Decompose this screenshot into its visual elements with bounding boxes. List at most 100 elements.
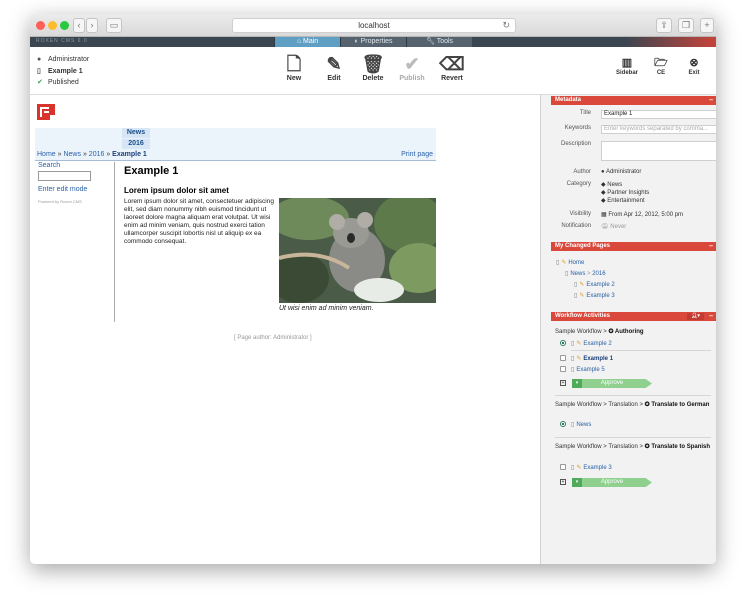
meta-title-input[interactable]: Example 1 [601, 110, 716, 119]
tab-properties[interactable]: ◐ Properties [340, 37, 406, 47]
article-title: Example 1 [124, 165, 179, 177]
nav-item-news[interactable]: News [122, 128, 150, 138]
search-input[interactable] [38, 171, 91, 181]
cms-toolbar: ● Administrator ▯ Example 1 ✔ Published 🗋 Ne… [30, 47, 716, 95]
new-tab-button[interactable]: + [700, 18, 714, 33]
tabs-button[interactable]: ❐ [678, 18, 694, 33]
cms-brand: ROXEN CMS 6.0 [36, 38, 88, 44]
wrench-icon: 🔧︎ [425, 38, 437, 45]
sidebar-toggle-button[interactable]: ▭ [106, 18, 122, 33]
breadcrumb-news[interactable]: News [63, 151, 81, 158]
meta-keywords-input[interactable]: Enter keywords separated by comma... [601, 125, 716, 134]
ce-button[interactable]: 🗁 CE [646, 56, 676, 76]
workflow-approve-row: + [560, 479, 571, 486]
delete-button[interactable]: 🗑 Delete [355, 53, 391, 82]
user-filter-button[interactable]: 👤︎▾ [687, 313, 704, 320]
koala-image [279, 198, 436, 303]
expand-icon[interactable]: + [560, 380, 566, 386]
meta-visibility-value[interactable]: ▦ From Apr 12, 2012, 5:00 pm [601, 211, 683, 218]
nav-item-2016[interactable]: 2016 [122, 139, 150, 149]
enter-edit-mode-link[interactable]: Enter edit mode [38, 186, 87, 193]
category-item: ◆ Entertainment [601, 198, 645, 204]
site-logo [37, 104, 55, 120]
meta-description-label: Description [560, 141, 591, 147]
breadcrumb-2016[interactable]: 2016 [89, 151, 105, 158]
address-bar[interactable]: localhost ↻ [232, 18, 516, 33]
workflow-item[interactable]: ▯ News [560, 421, 591, 428]
check-icon: ✔ [37, 79, 43, 86]
radio-selected[interactable] [560, 421, 566, 428]
zoom-window-button[interactable] [60, 21, 69, 30]
site-subnav: News 2016 [35, 128, 436, 151]
checkbox[interactable] [560, 366, 566, 373]
workflow-item[interactable]: ▯ Example 5 [560, 366, 605, 373]
meta-description-input[interactable] [601, 141, 716, 161]
dropdown-icon[interactable]: ▾ [572, 379, 582, 388]
back-button[interactable]: ‹ [73, 18, 85, 33]
cms-navbar: ROXEN CMS 6.0 ⌂ Main ◐ Properties 🔧︎ Too… [30, 37, 716, 47]
tree-item-news[interactable]: ▯ News > 2016 [565, 270, 606, 277]
page-icon: ▯ [571, 341, 575, 347]
tree-item-home[interactable]: ▯ ✎ Home [556, 259, 584, 266]
edited-icon: ✎ [579, 282, 585, 288]
page-icon: ▯ [37, 68, 41, 75]
tab-main[interactable]: ⌂ Main [274, 37, 340, 47]
page-preview: News 2016 Home » News » 2016 » Example 1… [30, 95, 540, 564]
collapse-icon[interactable]: – [709, 96, 713, 105]
collapse-icon[interactable]: – [709, 242, 713, 251]
divider [571, 350, 711, 351]
minimize-window-button[interactable] [48, 21, 57, 30]
reload-icon[interactable]: ↻ [502, 19, 510, 32]
print-page-link[interactable]: Print page [401, 151, 433, 158]
changed-pages-header[interactable]: My Changed Pages – [551, 242, 716, 251]
breadcrumb-home[interactable]: Home [37, 151, 56, 158]
new-button[interactable]: 🗋 New [276, 53, 312, 82]
browser-window: ‹ › ▭ localhost ↻ ⇪ ❐ + ROXEN CMS 6.0 ⌂ … [30, 14, 716, 564]
share-button[interactable]: ⇪ [656, 18, 672, 33]
workflow-item[interactable]: ▯ ✎ Example 2 [560, 340, 612, 347]
category-item: ◆ News [601, 182, 623, 188]
close-window-button[interactable] [36, 21, 45, 30]
meta-keywords-label: Keywords [564, 125, 591, 131]
cms-sidebar: Metadata – Title Example 1 Keywords Enter… [540, 95, 716, 564]
sidebar-icon: ▥ [621, 57, 633, 69]
workflow-approve-row: + [560, 380, 571, 387]
share-icon: ⇪ [660, 20, 668, 30]
left-column: Search Enter edit mode Powered by Roxen … [35, 162, 115, 322]
forward-button[interactable]: › [86, 18, 98, 33]
checkbox[interactable] [560, 464, 566, 471]
collapse-icon[interactable]: – [709, 312, 713, 321]
approve-button[interactable]: ▾ Approve [572, 478, 652, 487]
current-user: ● Administrator [37, 56, 90, 63]
tabs-icon: ❐ [681, 20, 691, 30]
exit-button[interactable]: ⊗ Exit [679, 56, 709, 76]
radio-selected[interactable] [560, 340, 566, 347]
dropdown-icon[interactable]: ▾ [572, 478, 582, 487]
metadata-header[interactable]: Metadata – [551, 96, 716, 105]
approve-button[interactable]: ▾ Approve [572, 379, 652, 388]
plus-icon: + [704, 20, 710, 30]
expand-icon[interactable]: + [560, 479, 566, 485]
document-icon: 🗋 [286, 54, 302, 74]
tab-tools[interactable]: 🔧︎ Tools [406, 37, 472, 47]
bell-off-icon: 🔕︎ [601, 224, 611, 230]
page-icon: ▯ [574, 282, 578, 288]
checkbox[interactable] [560, 355, 566, 362]
browser-toolbar: ‹ › ▭ localhost ↻ ⇪ ❐ + [30, 14, 716, 37]
sidebar-toggle-icon: ▭ [109, 20, 119, 30]
meta-visibility-label: Visibility [569, 211, 591, 217]
publish-state: ✔ Published [37, 79, 79, 86]
tree-item-example-2[interactable]: ▯ ✎ Example 2 [574, 281, 615, 288]
tree-item-example-3[interactable]: ▯ ✎ Example 3 [574, 292, 615, 299]
page-author: [ Page author: Administrator ] [234, 335, 312, 341]
sidebar-button[interactable]: ▥ Sidebar [612, 56, 642, 76]
edit-button[interactable]: ✎ Edit [316, 53, 352, 82]
revert-button[interactable]: ⌫ Revert [434, 53, 470, 82]
workflow-item[interactable]: ▯ ✎ Example 1 [560, 355, 613, 362]
workflow-item[interactable]: ▯ ✎ Example 3 [560, 464, 612, 471]
publish-button[interactable]: ✔ Publish [394, 53, 430, 82]
folder-icon: 🗁 [654, 57, 668, 69]
workflow-header[interactable]: Workflow Activities 👤︎▾ – [551, 312, 716, 321]
workflow-path: Sample Workflow > ✪ Authoring [555, 329, 644, 335]
meta-notification-value[interactable]: 🔕︎ Never [601, 223, 626, 230]
